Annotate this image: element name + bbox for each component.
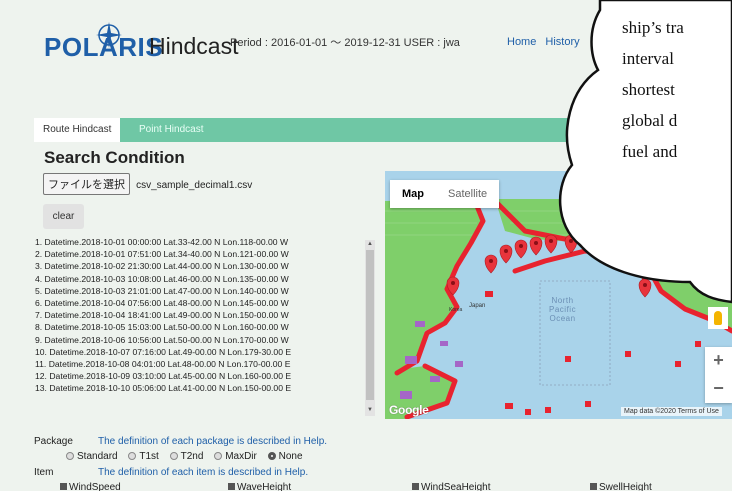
check-waveheight[interactable]: WaveHeight — [228, 482, 291, 491]
package-radio-group: Standard T1st T2nd MaxDir None — [66, 451, 311, 462]
search-condition-title: Search Condition — [44, 148, 185, 167]
top-nav: Home History — [507, 36, 586, 48]
radio-maxdir[interactable]: MaxDir — [214, 451, 257, 462]
asia-land — [385, 199, 485, 371]
map-attribution[interactable]: Map data ©2020 Terms of Use — [621, 407, 722, 416]
checkbox-checked-icon — [60, 483, 67, 490]
check-windseaheight[interactable]: WindSeaHeight — [412, 482, 490, 491]
radio-off-icon — [128, 452, 137, 460]
check-swellheight[interactable]: SwellHeight — [590, 482, 652, 491]
map-type-satellite-button[interactable]: Satellite — [436, 180, 499, 208]
list-item: 13. Datetime.2018-10-10 05:06:00 Lat.41-… — [35, 383, 292, 394]
clear-button[interactable]: clear — [43, 204, 84, 229]
radio-t1st[interactable]: T1st — [128, 451, 159, 462]
radio-off-icon — [66, 452, 74, 460]
choose-file-button[interactable]: ファイルを選択 — [43, 173, 130, 195]
period-user-info: Period : 2016-01-01 ～ 2019-12-31 USER : … — [230, 37, 460, 49]
checkbox-checked-icon — [412, 483, 419, 490]
checkbox-checked-icon — [590, 483, 597, 490]
list-item: 5. Datetime.2018-10-03 21:01:00 Lat.47-0… — [35, 285, 289, 296]
checkbox-checked-icon — [228, 483, 235, 490]
package-label: Package — [34, 436, 73, 447]
zoom-control: + − — [705, 347, 732, 403]
list-item: 6. Datetime.2018-10-04 07:56:00 Lat.48-0… — [35, 298, 289, 309]
list-item: 2. Datetime.2018-10-01 07:51:00 Lat.34-4… — [35, 249, 289, 260]
map-label-japan: Japan — [469, 303, 486, 309]
polaris-hindcast-logo[interactable]: POLARIS Hindcast — [44, 22, 244, 72]
nav-home-link[interactable]: Home — [507, 36, 536, 48]
list-scrollbar[interactable]: ▲ ▼ — [365, 240, 375, 416]
scroll-up-arrow-icon[interactable]: ▲ — [366, 240, 374, 248]
list-item: 3. Datetime.2018-10-02 21:30:00 Lat.44-0… — [35, 261, 289, 272]
list-item: 7. Datetime.2018-10-04 18:41:00 Lat.49-0… — [35, 310, 289, 321]
map-type-map-button[interactable]: Map — [390, 180, 436, 208]
list-item: 9. Datetime.2018-10-06 10:56:00 Lat.50-0… — [35, 334, 289, 345]
nav-history-link[interactable]: History — [545, 36, 579, 48]
radio-none[interactable]: None — [267, 451, 303, 462]
map-type-control: Map Satellite — [390, 180, 500, 208]
bubble-text: ship’s tra interval shortest global d fu… — [622, 18, 684, 161]
tab-point-hindcast[interactable]: Point Hindcast — [130, 118, 212, 142]
radio-t2nd[interactable]: T2nd — [169, 451, 203, 462]
map-canvas — [385, 198, 732, 419]
radio-off-icon — [214, 452, 223, 460]
list-item: 12. Datetime.2018-10-09 03:10:00 Lat.45-… — [35, 371, 292, 382]
item-row: Item The definition of each item is descr… — [34, 467, 308, 478]
zoom-in-button[interactable]: + — [705, 347, 732, 375]
scroll-down-arrow-icon[interactable]: ▼ — [366, 406, 374, 414]
item-label: Item — [34, 467, 54, 478]
list-item: 8. Datetime.2018-10-05 15:03:00 Lat.50-0… — [35, 322, 289, 333]
package-row: Package The definition of each package is… — [34, 436, 327, 447]
route-markers — [446, 234, 652, 298]
list-item: 4. Datetime.2018-10-03 10:08:00 Lat.46-0… — [35, 273, 289, 284]
street-view-pegman-icon[interactable] — [708, 307, 728, 329]
waypoint-list[interactable]: 1. Datetime.2018-10-01 00:00:00 Lat.33-4… — [34, 236, 376, 420]
zoom-out-button[interactable]: − — [705, 375, 732, 403]
package-help-text[interactable]: The definition of each package is descri… — [98, 436, 327, 447]
logo-hindcast-text: Hindcast — [149, 33, 239, 59]
list-item: 11. Datetime.2018-10-08 04:01:00 Lat.48-… — [35, 359, 291, 370]
map-label-korea: Korea — [449, 307, 463, 313]
tab-route-hindcast[interactable]: Route Hindcast — [34, 118, 121, 142]
radio-on-icon — [267, 452, 276, 460]
google-logo[interactable]: Google — [389, 403, 429, 417]
radio-off-icon — [169, 452, 178, 460]
radio-standard[interactable]: Standard — [66, 451, 118, 462]
list-item: 1. Datetime.2018-10-01 00:00:00 Lat.33-4… — [35, 237, 289, 247]
route-map[interactable]: Japan Korea North Pacific Ocean Map Sate… — [385, 171, 732, 419]
map-label-ocean: North Pacific Ocean — [549, 296, 577, 323]
item-help-text[interactable]: The definition of each item is described… — [98, 467, 308, 478]
list-item: 10. Datetime.2018-10-07 07:16:00 Lat.49-… — [35, 346, 292, 357]
selected-file-name: csv_sample_decimal1.csv — [136, 180, 253, 191]
file-upload-row: ファイルを選択 csv_sample_decimal1.csv — [43, 173, 253, 195]
logo-polaris-text: POLARIS — [44, 32, 164, 62]
scroll-thumb[interactable] — [366, 250, 374, 400]
check-windspeed[interactable]: WindSpeed — [60, 482, 121, 491]
